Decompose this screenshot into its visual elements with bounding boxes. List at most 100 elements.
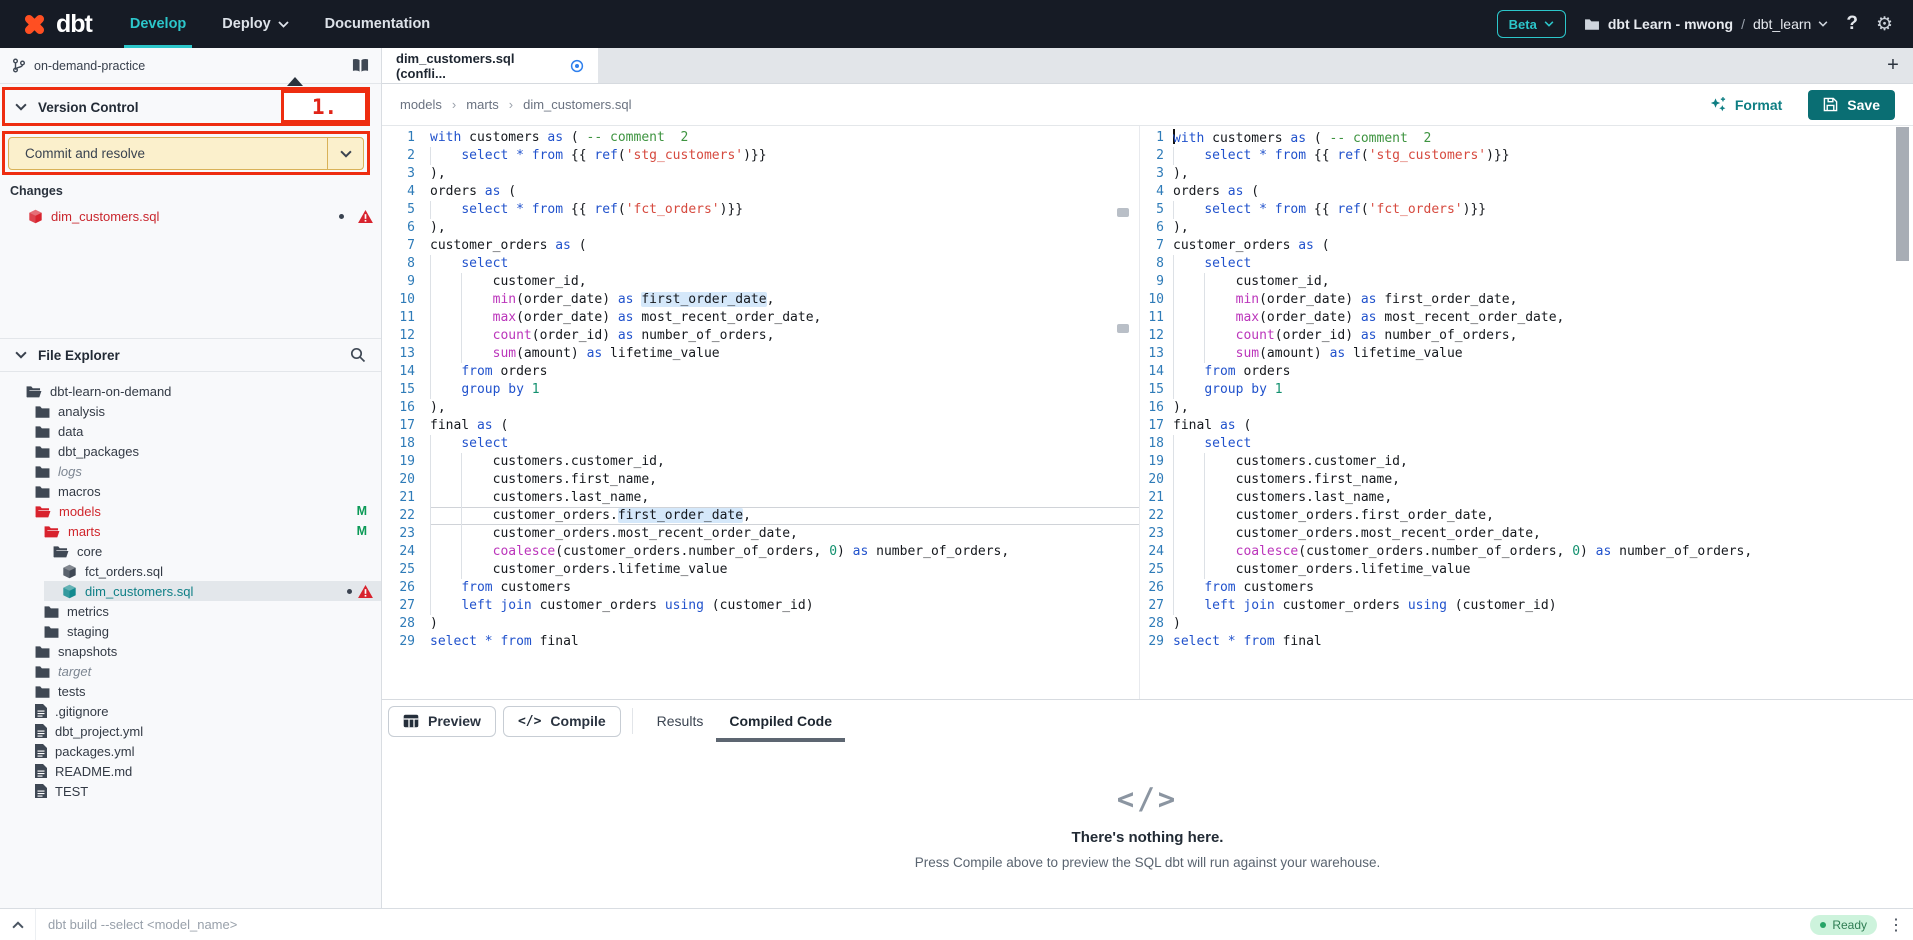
dbt-logo[interactable]: dbt: [20, 10, 92, 39]
code-line[interactable]: customer_orders.lifetime_value: [1173, 561, 1913, 579]
code-line[interactable]: ): [430, 615, 1139, 633]
code-line[interactable]: from customers: [430, 579, 1139, 597]
code-line[interactable]: sum(amount) as lifetime_value: [430, 345, 1139, 363]
nav-item-documentation[interactable]: Documentation: [325, 0, 431, 48]
file-tree-item[interactable]: fct_orders.sql: [0, 561, 381, 581]
code-line[interactable]: max(order_date) as most_recent_order_dat…: [430, 309, 1139, 327]
nav-item-deploy[interactable]: Deploy: [222, 0, 288, 48]
command-input[interactable]: dbt build --select <model_name>: [48, 917, 1810, 932]
file-tree-item[interactable]: modelsM: [0, 501, 381, 521]
kebab-menu-icon[interactable]: ⋮: [1883, 915, 1909, 935]
scrollbar-thumb[interactable]: [1896, 127, 1909, 261]
code-line[interactable]: sum(amount) as lifetime_value: [1173, 345, 1913, 363]
code-line[interactable]: select: [1173, 255, 1913, 273]
code-line[interactable]: ),: [430, 219, 1139, 237]
file-tree-item[interactable]: tests: [0, 681, 381, 701]
file-tree-item[interactable]: macros: [0, 481, 381, 501]
code-line[interactable]: from orders: [430, 363, 1139, 381]
save-button[interactable]: Save: [1808, 90, 1895, 120]
code-editor-right[interactable]: 1234567891011121314151617181920212223242…: [1140, 126, 1913, 699]
code-line[interactable]: final as (: [1173, 417, 1913, 435]
breadcrumb-file[interactable]: dim_customers.sql: [523, 97, 631, 112]
new-tab-button[interactable]: +: [1873, 48, 1913, 83]
tab-compiled-code[interactable]: Compiled Code: [716, 700, 845, 742]
code-line[interactable]: from customers: [1173, 579, 1913, 597]
file-tree-item[interactable]: martsM: [0, 521, 381, 541]
scrollbar-marker[interactable]: [1117, 324, 1129, 333]
code-line[interactable]: customer_orders.most_recent_order_date,: [430, 525, 1139, 543]
chevron-up-icon[interactable]: [0, 909, 36, 940]
compile-button[interactable]: </> Compile: [503, 706, 621, 737]
file-tree-item[interactable]: logs: [0, 461, 381, 481]
code-content[interactable]: with customers as ( -- comment 2 select …: [430, 129, 1139, 699]
preview-button[interactable]: Preview: [388, 706, 496, 737]
format-button[interactable]: Format: [1710, 96, 1782, 113]
code-line[interactable]: select * from final: [1173, 633, 1913, 651]
code-line[interactable]: min(order_date) as first_order_date,: [1173, 291, 1913, 309]
code-line[interactable]: customers.first_name,: [1173, 471, 1913, 489]
code-line[interactable]: customer_orders.most_recent_order_date,: [1173, 525, 1913, 543]
code-line[interactable]: with customers as ( -- comment 2: [430, 129, 1139, 147]
code-line[interactable]: ),: [430, 399, 1139, 417]
file-tree-item[interactable]: data: [0, 421, 381, 441]
tab-results[interactable]: Results: [644, 700, 717, 742]
docs-book-icon[interactable]: [352, 58, 369, 73]
code-line[interactable]: max(order_date) as most_recent_order_dat…: [1173, 309, 1913, 327]
file-explorer-header[interactable]: File Explorer: [0, 339, 381, 372]
code-line[interactable]: select * from {{ ref('stg_customers')}}: [1173, 147, 1913, 165]
editor-tab-dim-customers[interactable]: dim_customers.sql (confli...: [382, 48, 598, 83]
code-line[interactable]: final as (: [430, 417, 1139, 435]
code-line[interactable]: coalesce(customer_orders.number_of_order…: [1173, 543, 1913, 561]
code-line[interactable]: group by 1: [430, 381, 1139, 399]
file-tree-item[interactable]: staging: [0, 621, 381, 641]
code-line[interactable]: customer_orders.first_order_date,: [430, 507, 1139, 525]
file-tree-item[interactable]: snapshots: [0, 641, 381, 661]
file-tree-item[interactable]: dim_customers.sql: [0, 581, 381, 601]
file-tree-item[interactable]: .gitignore: [0, 701, 381, 721]
file-tree-item[interactable]: packages.yml: [0, 741, 381, 761]
nav-item-develop[interactable]: Develop: [130, 0, 186, 48]
code-line[interactable]: min(order_date) as first_order_date,: [430, 291, 1139, 309]
file-tree-item[interactable]: target: [0, 661, 381, 681]
file-tree-item[interactable]: TEST: [0, 781, 381, 801]
code-line[interactable]: group by 1: [1173, 381, 1913, 399]
scrollbar-marker[interactable]: [1117, 208, 1129, 217]
branch-row[interactable]: on-demand-practice: [0, 48, 381, 84]
commit-and-resolve-button[interactable]: Commit and resolve: [8, 137, 364, 170]
help-icon[interactable]: ?: [1846, 13, 1858, 35]
code-line[interactable]: select: [1173, 435, 1913, 453]
code-line[interactable]: select * from {{ ref('fct_orders')}}: [430, 201, 1139, 219]
code-line[interactable]: customer_orders as (: [430, 237, 1139, 255]
code-line[interactable]: ),: [1173, 219, 1913, 237]
code-line[interactable]: select * from {{ ref('fct_orders')}}: [1173, 201, 1913, 219]
code-line[interactable]: customer_orders as (: [1173, 237, 1913, 255]
code-line[interactable]: customer_id,: [430, 273, 1139, 291]
code-line[interactable]: select: [430, 435, 1139, 453]
code-content[interactable]: with customers as ( -- comment 2 select …: [1173, 129, 1913, 699]
code-line[interactable]: ): [1173, 615, 1913, 633]
code-line[interactable]: with customers as ( -- comment 2: [1173, 129, 1913, 147]
search-icon[interactable]: [350, 347, 366, 363]
code-line[interactable]: count(order_id) as number_of_orders,: [1173, 327, 1913, 345]
file-tree-item[interactable]: dbt-learn-on-demand: [0, 381, 381, 401]
breadcrumb-models[interactable]: models: [400, 97, 442, 112]
code-line[interactable]: orders as (: [1173, 183, 1913, 201]
code-line[interactable]: customers.customer_id,: [1173, 453, 1913, 471]
code-line[interactable]: orders as (: [430, 183, 1139, 201]
gear-icon[interactable]: ⚙: [1876, 15, 1893, 34]
code-line[interactable]: coalesce(customer_orders.number_of_order…: [430, 543, 1139, 561]
account-project-switcher[interactable]: dbt Learn - mwong / dbt_learn: [1584, 16, 1829, 32]
commit-dropdown-chevron[interactable]: [327, 138, 363, 169]
file-tree-item[interactable]: dbt_project.yml: [0, 721, 381, 741]
breadcrumb-marts[interactable]: marts: [466, 97, 499, 112]
code-line[interactable]: select * from final: [430, 633, 1139, 651]
code-line[interactable]: from orders: [1173, 363, 1913, 381]
code-line[interactable]: select: [430, 255, 1139, 273]
code-line[interactable]: count(order_id) as number_of_orders,: [430, 327, 1139, 345]
code-line[interactable]: customer_id,: [1173, 273, 1913, 291]
code-line[interactable]: customer_orders.first_order_date,: [1173, 507, 1913, 525]
changed-file-row[interactable]: dim_customers.sql: [0, 205, 381, 227]
code-line[interactable]: ),: [1173, 165, 1913, 183]
file-tree-item[interactable]: core: [0, 541, 381, 561]
file-tree-item[interactable]: analysis: [0, 401, 381, 421]
